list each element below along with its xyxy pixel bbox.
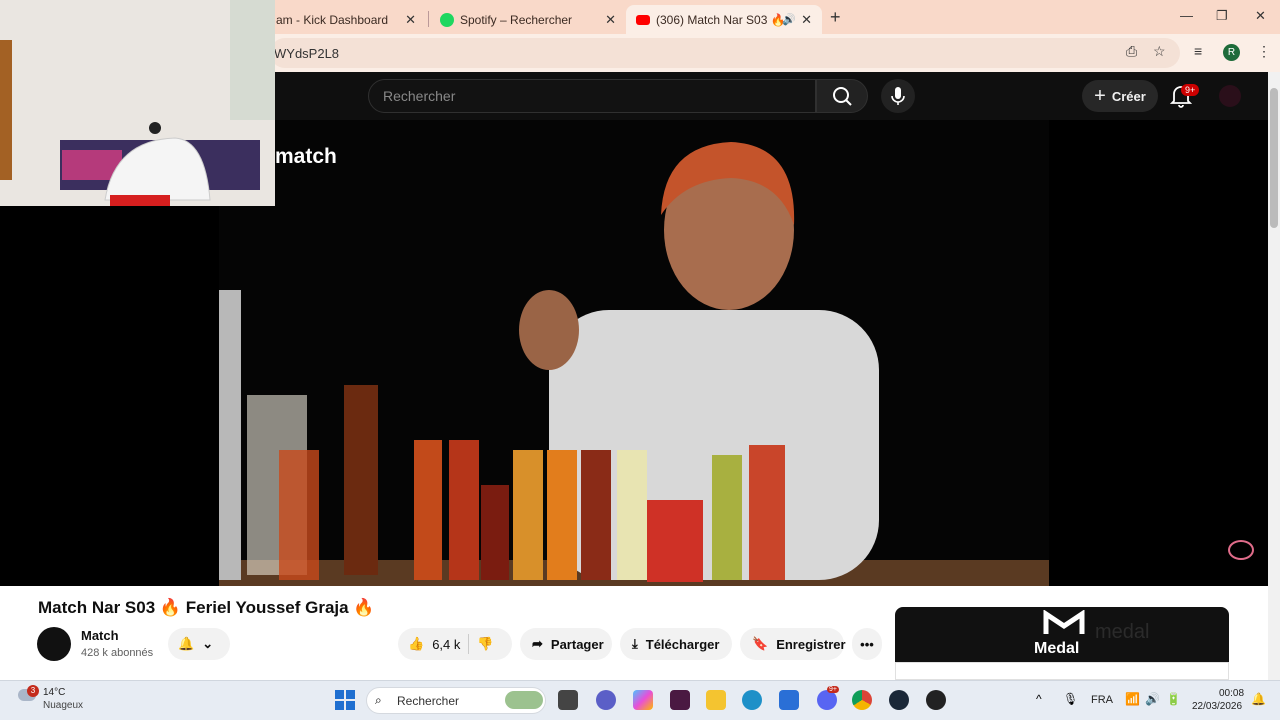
file-explorer-icon[interactable]	[706, 690, 726, 710]
speaker-icon[interactable]: 🔊	[782, 13, 796, 26]
video-title: Match Nar S03 🔥 Feriel Youssef Graja 🔥	[38, 598, 375, 617]
like-dislike-group: 👍 6,4 k 👎	[398, 628, 512, 660]
medal-bg-text: medal	[1095, 621, 1150, 643]
download-button[interactable]: ⤓ Télécharger	[620, 628, 732, 660]
steam-icon[interactable]	[889, 690, 909, 710]
webcam-overlay	[0, 0, 275, 206]
close-icon[interactable]: ✕	[605, 12, 616, 28]
install-app-icon[interactable]: ⎙	[1126, 43, 1137, 60]
search-icon: ⌕	[375, 693, 382, 707]
thumbs-down-icon[interactable]: 👎	[477, 636, 493, 652]
search-icon	[833, 87, 852, 106]
weather-badge: 3	[27, 685, 39, 697]
teams-icon[interactable]	[596, 690, 616, 710]
youtube-icon	[636, 14, 650, 25]
bookmark-icon: 🔖	[752, 636, 769, 651]
thumbs-up-icon[interactable]: 👍	[408, 636, 424, 652]
bell-icon: 🔔	[178, 636, 195, 651]
task-view-icon[interactable]	[558, 690, 578, 710]
restore-icon[interactable]: ❐	[1216, 8, 1228, 24]
language-indicator[interactable]: FRA	[1091, 694, 1113, 706]
scrollbar-thumb[interactable]	[1270, 88, 1278, 228]
tab-youtube-title: (306) Match Nar S03 🔥 Fe	[656, 12, 784, 27]
vs-icon[interactable]	[670, 690, 690, 710]
channel-watermark: match	[275, 145, 337, 168]
tab-kick[interactable]: am - Kick Dashboard ✕	[266, 5, 426, 34]
chevron-down-icon: ⌄	[202, 636, 214, 651]
window-close-icon[interactable]: ✕	[1255, 8, 1266, 24]
clock-date[interactable]: 22/03/2026	[1192, 701, 1242, 712]
download-icon: ⤓	[632, 636, 638, 651]
notification-badge: 9+	[1181, 84, 1200, 96]
ad-panel-body	[895, 662, 1229, 680]
wifi-icon[interactable]: 📶	[1125, 692, 1140, 706]
handshake-watermark-icon	[1228, 540, 1254, 560]
create-button[interactable]: + Créer	[1082, 80, 1158, 112]
channel-name[interactable]: Match	[81, 628, 119, 643]
edge-icon[interactable]	[742, 690, 762, 710]
share-label: Partager	[550, 636, 604, 652]
mic-tray-icon[interactable]: 🎙	[1063, 692, 1078, 706]
copilot-icon[interactable]	[633, 690, 653, 710]
save-label: Enregistrer	[776, 636, 846, 652]
tab-spotify[interactable]: Spotify – Rechercher ✕	[430, 5, 626, 34]
discord-badge: 9+	[827, 686, 839, 693]
medal-logo-text: Medal	[1034, 640, 1080, 657]
volume-icon[interactable]: 🔊	[1145, 692, 1160, 706]
divider	[468, 634, 470, 654]
minimize-icon[interactable]: —	[1180, 8, 1193, 23]
chrome-icon[interactable]	[852, 690, 872, 710]
user-avatar[interactable]	[1219, 85, 1241, 107]
channel-subscribers: 428 k abonnés	[81, 647, 154, 659]
share-arrow-icon: ➦	[532, 636, 543, 651]
search-input[interactable]: Rechercher	[368, 79, 816, 113]
obs-icon[interactable]	[926, 690, 946, 710]
more-horizontal-icon: •••	[860, 636, 874, 652]
spotify-icon	[440, 12, 454, 27]
medal-logo-icon	[1042, 609, 1086, 636]
tab-separator	[428, 11, 429, 27]
save-button[interactable]: 🔖 Enregistrer	[740, 628, 846, 660]
notification-bell-icon[interactable]: 🔔	[1251, 692, 1266, 706]
share-button[interactable]: ➦ Partager	[520, 628, 612, 660]
close-icon[interactable]: ✕	[405, 12, 416, 28]
mic-icon	[891, 87, 905, 105]
search-highlight-icon	[505, 691, 543, 709]
weather-desc[interactable]: Nuageux	[43, 700, 83, 711]
plus-icon: +	[1094, 84, 1106, 107]
discord-icon[interactable]	[817, 690, 837, 710]
close-icon[interactable]: ✕	[801, 12, 812, 28]
bookmark-star-icon[interactable]: ☆	[1153, 43, 1166, 60]
address-bar[interactable]	[270, 38, 1180, 68]
new-tab-icon[interactable]: +	[830, 7, 841, 28]
store-icon[interactable]	[779, 690, 799, 710]
tab-youtube[interactable]: (306) Match Nar S03 🔥 Fe 🔊 ✕	[626, 5, 822, 34]
subscribe-bell-button[interactable]: 🔔 ⌄	[168, 628, 230, 660]
weather-temp[interactable]: 14°C	[43, 687, 65, 698]
menu-kebab-icon[interactable]: ⋮	[1257, 43, 1271, 60]
like-count[interactable]: 6,4 k	[432, 637, 460, 652]
url-text[interactable]: WYdsP2L8	[274, 46, 339, 61]
create-label: Créer	[1111, 88, 1146, 104]
voice-search-button[interactable]	[881, 79, 915, 113]
video-frame[interactable]	[219, 120, 1049, 586]
webcam-scene-illustration	[0, 0, 275, 206]
media-control-icon[interactable]: ≡	[1194, 43, 1202, 59]
search-button[interactable]	[816, 79, 868, 113]
download-label: Télécharger	[645, 636, 720, 652]
video-scene-illustration	[219, 142, 1049, 586]
windows-start-icon[interactable]	[335, 690, 355, 710]
chevron-up-icon[interactable]: ^	[1036, 692, 1042, 706]
tab-spotify-title: Spotify – Rechercher	[460, 12, 573, 27]
battery-icon[interactable]: 🔋	[1166, 692, 1181, 706]
tab-kick-title: am - Kick Dashboard	[276, 12, 389, 27]
profile-avatar[interactable]: R	[1223, 44, 1240, 61]
clock-time[interactable]: 00:08	[1219, 688, 1244, 699]
more-actions-button[interactable]: •••	[852, 628, 882, 660]
channel-avatar[interactable]	[37, 627, 71, 661]
